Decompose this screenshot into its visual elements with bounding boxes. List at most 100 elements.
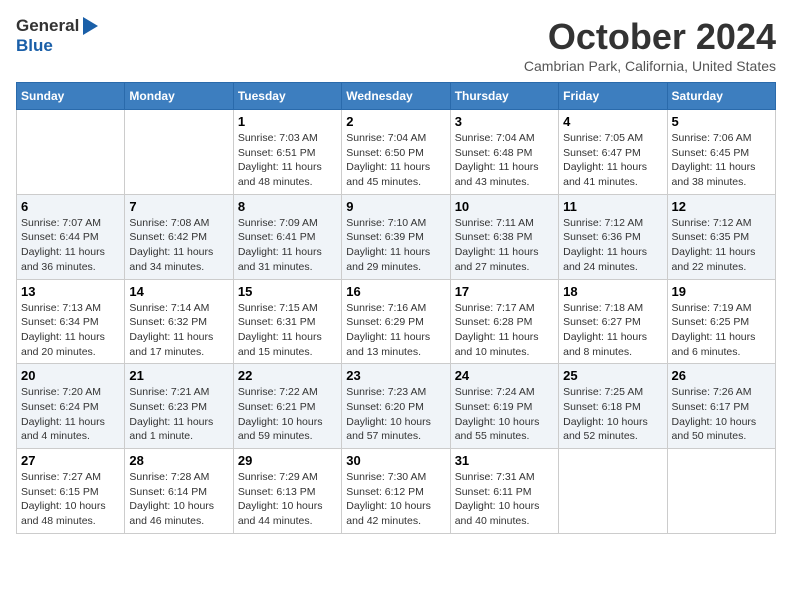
- location-title: Cambrian Park, California, United States: [524, 58, 776, 74]
- day-number: 5: [672, 114, 771, 129]
- cell-content: Sunrise: 7:04 AM Sunset: 6:48 PM Dayligh…: [455, 131, 554, 190]
- calendar-cell: 21 Sunrise: 7:21 AM Sunset: 6:23 PM Dayli…: [125, 364, 233, 449]
- calendar-cell: 12 Sunrise: 7:12 AM Sunset: 6:35 PM Dayli…: [667, 194, 775, 279]
- day-number: 27: [21, 453, 120, 468]
- day-number: 12: [672, 199, 771, 214]
- day-number: 1: [238, 114, 337, 129]
- column-header-tuesday: Tuesday: [233, 83, 341, 110]
- calendar-cell: 10 Sunrise: 7:11 AM Sunset: 6:38 PM Dayli…: [450, 194, 558, 279]
- calendar-cell: 15Sunrise: 7:15 AM Sunset: 6:31 PM Dayli…: [233, 279, 341, 364]
- calendar-cell: 18 Sunrise: 7:18 AM Sunset: 6:27 PM Dayli…: [559, 279, 667, 364]
- day-number: 21: [129, 368, 228, 383]
- page-header: General Blue October 2024 Cambrian Park,…: [16, 16, 776, 74]
- day-number: 30: [346, 453, 445, 468]
- calendar-week-2: 6 Sunrise: 7:07 AM Sunset: 6:44 PM Daylig…: [17, 194, 776, 279]
- day-number: 28: [129, 453, 228, 468]
- cell-content: Sunrise: 7:04 AM Sunset: 6:50 PM Dayligh…: [346, 131, 445, 190]
- calendar-cell: 16Sunrise: 7:16 AM Sunset: 6:29 PM Dayli…: [342, 279, 450, 364]
- day-number: 4: [563, 114, 662, 129]
- calendar-cell: 28Sunrise: 7:28 AM Sunset: 6:14 PM Dayli…: [125, 449, 233, 534]
- calendar-cell: 2 Sunrise: 7:04 AM Sunset: 6:50 PM Daylig…: [342, 110, 450, 195]
- day-number: 23: [346, 368, 445, 383]
- calendar-cell: 14 Sunrise: 7:14 AM Sunset: 6:32 PM Dayli…: [125, 279, 233, 364]
- calendar-cell: [667, 449, 775, 534]
- calendar-cell: 13Sunrise: 7:13 AM Sunset: 6:34 PM Dayli…: [17, 279, 125, 364]
- day-number: 6: [21, 199, 120, 214]
- logo-general: General: [16, 16, 79, 36]
- calendar-cell: 29Sunrise: 7:29 AM Sunset: 6:13 PM Dayli…: [233, 449, 341, 534]
- calendar-cell: [559, 449, 667, 534]
- cell-content: Sunrise: 7:18 AM Sunset: 6:27 PM Dayligh…: [563, 301, 662, 360]
- calendar-cell: 3 Sunrise: 7:04 AM Sunset: 6:48 PM Daylig…: [450, 110, 558, 195]
- calendar-cell: 26 Sunrise: 7:26 AM Sunset: 6:17 PM Dayli…: [667, 364, 775, 449]
- cell-content: Sunrise: 7:06 AM Sunset: 6:45 PM Dayligh…: [672, 131, 771, 190]
- day-number: 8: [238, 199, 337, 214]
- cell-content: Sunrise: 7:03 AM Sunset: 6:51 PM Dayligh…: [238, 131, 337, 190]
- day-number: 24: [455, 368, 554, 383]
- month-title: October 2024: [524, 16, 776, 58]
- cell-content: Sunrise: 7:17 AM Sunset: 6:28 PM Dayligh…: [455, 301, 554, 360]
- cell-content: Sunrise: 7:15 AM Sunset: 6:31 PM Dayligh…: [238, 301, 337, 360]
- calendar-cell: [17, 110, 125, 195]
- logo-arrow-icon: [83, 17, 98, 35]
- day-number: 11: [563, 199, 662, 214]
- calendar-cell: 1 Sunrise: 7:03 AM Sunset: 6:51 PM Daylig…: [233, 110, 341, 195]
- day-number: 19: [672, 284, 771, 299]
- cell-content: Sunrise: 7:21 AM Sunset: 6:23 PM Dayligh…: [129, 385, 228, 444]
- column-header-friday: Friday: [559, 83, 667, 110]
- calendar-cell: 25 Sunrise: 7:25 AM Sunset: 6:18 PM Dayli…: [559, 364, 667, 449]
- day-number: 25: [563, 368, 662, 383]
- title-section: October 2024 Cambrian Park, California, …: [524, 16, 776, 74]
- cell-content: Sunrise: 7:22 AM Sunset: 6:21 PM Dayligh…: [238, 385, 337, 444]
- calendar-cell: 31Sunrise: 7:31 AM Sunset: 6:11 PM Dayli…: [450, 449, 558, 534]
- column-header-monday: Monday: [125, 83, 233, 110]
- day-number: 3: [455, 114, 554, 129]
- logo-blue: Blue: [16, 36, 53, 55]
- day-number: 10: [455, 199, 554, 214]
- calendar-cell: 27Sunrise: 7:27 AM Sunset: 6:15 PM Dayli…: [17, 449, 125, 534]
- cell-content: Sunrise: 7:24 AM Sunset: 6:19 PM Dayligh…: [455, 385, 554, 444]
- day-number: 18: [563, 284, 662, 299]
- cell-content: Sunrise: 7:25 AM Sunset: 6:18 PM Dayligh…: [563, 385, 662, 444]
- calendar-cell: 6 Sunrise: 7:07 AM Sunset: 6:44 PM Daylig…: [17, 194, 125, 279]
- logo: General Blue: [16, 16, 100, 56]
- cell-content: Sunrise: 7:13 AM Sunset: 6:34 PM Dayligh…: [21, 301, 120, 360]
- calendar-cell: [125, 110, 233, 195]
- calendar-cell: 20Sunrise: 7:20 AM Sunset: 6:24 PM Dayli…: [17, 364, 125, 449]
- calendar-cell: 30 Sunrise: 7:30 AM Sunset: 6:12 PM Dayli…: [342, 449, 450, 534]
- calendar-cell: 22Sunrise: 7:22 AM Sunset: 6:21 PM Dayli…: [233, 364, 341, 449]
- calendar-week-3: 13Sunrise: 7:13 AM Sunset: 6:34 PM Dayli…: [17, 279, 776, 364]
- day-number: 2: [346, 114, 445, 129]
- cell-content: Sunrise: 7:30 AM Sunset: 6:12 PM Dayligh…: [346, 470, 445, 529]
- calendar-week-1: 1 Sunrise: 7:03 AM Sunset: 6:51 PM Daylig…: [17, 110, 776, 195]
- calendar-cell: 23Sunrise: 7:23 AM Sunset: 6:20 PM Dayli…: [342, 364, 450, 449]
- cell-content: Sunrise: 7:08 AM Sunset: 6:42 PM Dayligh…: [129, 216, 228, 275]
- day-number: 7: [129, 199, 228, 214]
- cell-content: Sunrise: 7:05 AM Sunset: 6:47 PM Dayligh…: [563, 131, 662, 190]
- cell-content: Sunrise: 7:10 AM Sunset: 6:39 PM Dayligh…: [346, 216, 445, 275]
- calendar-cell: 11 Sunrise: 7:12 AM Sunset: 6:36 PM Dayli…: [559, 194, 667, 279]
- cell-content: Sunrise: 7:14 AM Sunset: 6:32 PM Dayligh…: [129, 301, 228, 360]
- day-number: 29: [238, 453, 337, 468]
- cell-content: Sunrise: 7:12 AM Sunset: 6:35 PM Dayligh…: [672, 216, 771, 275]
- calendar-cell: 4 Sunrise: 7:05 AM Sunset: 6:47 PM Daylig…: [559, 110, 667, 195]
- calendar-cell: 17 Sunrise: 7:17 AM Sunset: 6:28 PM Dayli…: [450, 279, 558, 364]
- calendar-cell: 5 Sunrise: 7:06 AM Sunset: 6:45 PM Daylig…: [667, 110, 775, 195]
- cell-content: Sunrise: 7:31 AM Sunset: 6:11 PM Dayligh…: [455, 470, 554, 529]
- cell-content: Sunrise: 7:19 AM Sunset: 6:25 PM Dayligh…: [672, 301, 771, 360]
- cell-content: Sunrise: 7:07 AM Sunset: 6:44 PM Dayligh…: [21, 216, 120, 275]
- cell-content: Sunrise: 7:11 AM Sunset: 6:38 PM Dayligh…: [455, 216, 554, 275]
- calendar-week-4: 20Sunrise: 7:20 AM Sunset: 6:24 PM Dayli…: [17, 364, 776, 449]
- day-number: 14: [129, 284, 228, 299]
- calendar-week-5: 27Sunrise: 7:27 AM Sunset: 6:15 PM Dayli…: [17, 449, 776, 534]
- calendar-cell: 7 Sunrise: 7:08 AM Sunset: 6:42 PM Daylig…: [125, 194, 233, 279]
- calendar-table: SundayMondayTuesdayWednesdayThursdayFrid…: [16, 82, 776, 534]
- column-header-thursday: Thursday: [450, 83, 558, 110]
- day-number: 17: [455, 284, 554, 299]
- cell-content: Sunrise: 7:12 AM Sunset: 6:36 PM Dayligh…: [563, 216, 662, 275]
- calendar-cell: 19 Sunrise: 7:19 AM Sunset: 6:25 PM Dayli…: [667, 279, 775, 364]
- cell-content: Sunrise: 7:26 AM Sunset: 6:17 PM Dayligh…: [672, 385, 771, 444]
- calendar-cell: 8Sunrise: 7:09 AM Sunset: 6:41 PM Daylig…: [233, 194, 341, 279]
- day-number: 16: [346, 284, 445, 299]
- day-number: 26: [672, 368, 771, 383]
